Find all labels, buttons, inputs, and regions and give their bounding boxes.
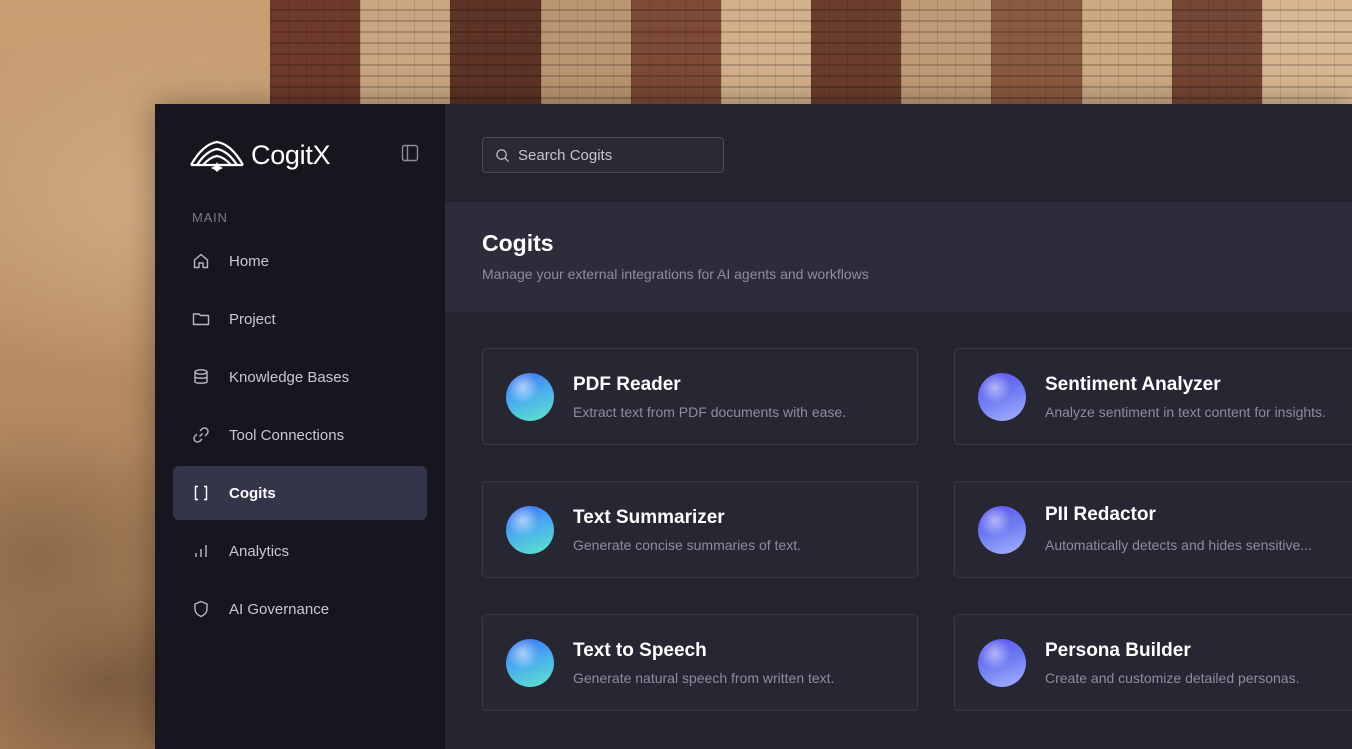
sidebar-item-knowledge-bases[interactable]: Knowledge Bases <box>173 350 427 404</box>
sidebar-item-cogits[interactable]: Cogits <box>173 466 427 520</box>
database-icon <box>191 367 211 387</box>
cogit-orb-icon <box>978 506 1026 554</box>
cogit-orb-icon <box>978 639 1026 687</box>
sidebar-item-home[interactable]: Home <box>173 234 427 288</box>
shield-icon <box>191 599 211 619</box>
main-content: Cogits Manage your external integrations… <box>445 104 1352 749</box>
sidebar-item-analytics[interactable]: Analytics <box>173 524 427 578</box>
cogit-description: Analyze sentiment in text content for in… <box>1045 404 1326 420</box>
cogit-description: Generate concise summaries of text. <box>573 537 801 553</box>
cogit-card-sentiment-analyzer[interactable]: Sentiment Analyzer Analyze sentiment in … <box>954 348 1352 445</box>
sidebar-nav: Home Project Knowledge Bases Tool Connec… <box>173 234 427 640</box>
brackets-icon <box>191 483 211 503</box>
link-icon <box>191 425 211 445</box>
cogit-description: Extract text from PDF documents with eas… <box>573 404 847 420</box>
cogit-title: Text Summarizer <box>573 507 725 528</box>
cogitx-logo-icon <box>190 140 244 172</box>
bar-chart-icon <box>191 541 211 561</box>
page-header: Cogits Manage your external integrations… <box>445 202 1352 312</box>
search-box[interactable] <box>482 137 724 173</box>
cogit-card-text-to-speech[interactable]: Text to Speech Generate natural speech f… <box>482 614 918 711</box>
cogit-description: Automatically detects and hides sensitiv… <box>1045 537 1312 553</box>
brand-name: CogitX <box>251 139 331 170</box>
cogit-title: PII Redactor <box>1045 504 1156 525</box>
sidebar-collapse-icon[interactable] <box>401 144 419 162</box>
cogit-title: PDF Reader <box>573 374 681 395</box>
cogit-card-pdf-reader[interactable]: PDF Reader Extract text from PDF documen… <box>482 348 918 445</box>
cogit-title: Text to Speech <box>573 640 707 661</box>
cogit-card-pii-redactor[interactable]: PII Redactor Automatically detects and h… <box>954 481 1352 578</box>
cogit-card-text-summarizer[interactable]: Text Summarizer Generate concise summari… <box>482 481 918 578</box>
cogit-title: Sentiment Analyzer <box>1045 374 1221 395</box>
cogit-orb-icon <box>506 373 554 421</box>
cogit-title: Persona Builder <box>1045 640 1191 661</box>
app-window: CogitX MAIN Home Project Knowledge Bases… <box>155 104 1352 749</box>
cogit-description: Create and customize detailed personas. <box>1045 670 1300 686</box>
sidebar-item-label: Analytics <box>229 542 290 560</box>
cogit-orb-icon <box>978 373 1026 421</box>
folder-icon <box>191 309 211 329</box>
background-brick-columns <box>270 0 1352 110</box>
search-input[interactable] <box>518 146 708 164</box>
sidebar-item-label: Cogits <box>229 484 276 502</box>
sidebar-item-label: Project <box>229 310 276 328</box>
brand[interactable]: CogitX <box>189 138 331 172</box>
sidebar-item-label: Home <box>229 252 270 270</box>
sidebar-item-ai-governance[interactable]: AI Governance <box>173 582 427 636</box>
sidebar: CogitX MAIN Home Project Knowledge Bases… <box>155 104 445 749</box>
sidebar-item-label: AI Governance <box>229 600 330 618</box>
search-icon <box>496 148 510 162</box>
page-title: Cogits <box>482 230 554 256</box>
sidebar-item-tool-connections[interactable]: Tool Connections <box>173 408 427 462</box>
page-subtitle: Manage your external integrations for AI… <box>482 266 869 282</box>
sidebar-item-label: Tool Connections <box>229 426 345 444</box>
cogit-card-persona-builder[interactable]: Persona Builder Create and customize det… <box>954 614 1352 711</box>
cogit-orb-icon <box>506 506 554 554</box>
sidebar-item-label: Knowledge Bases <box>229 368 350 386</box>
nav-section-label: MAIN <box>192 210 228 225</box>
cogit-orb-icon <box>506 639 554 687</box>
sidebar-item-project[interactable]: Project <box>173 292 427 346</box>
cogit-description: Generate natural speech from written tex… <box>573 670 835 686</box>
topbar <box>445 104 1352 202</box>
home-icon <box>191 251 211 271</box>
